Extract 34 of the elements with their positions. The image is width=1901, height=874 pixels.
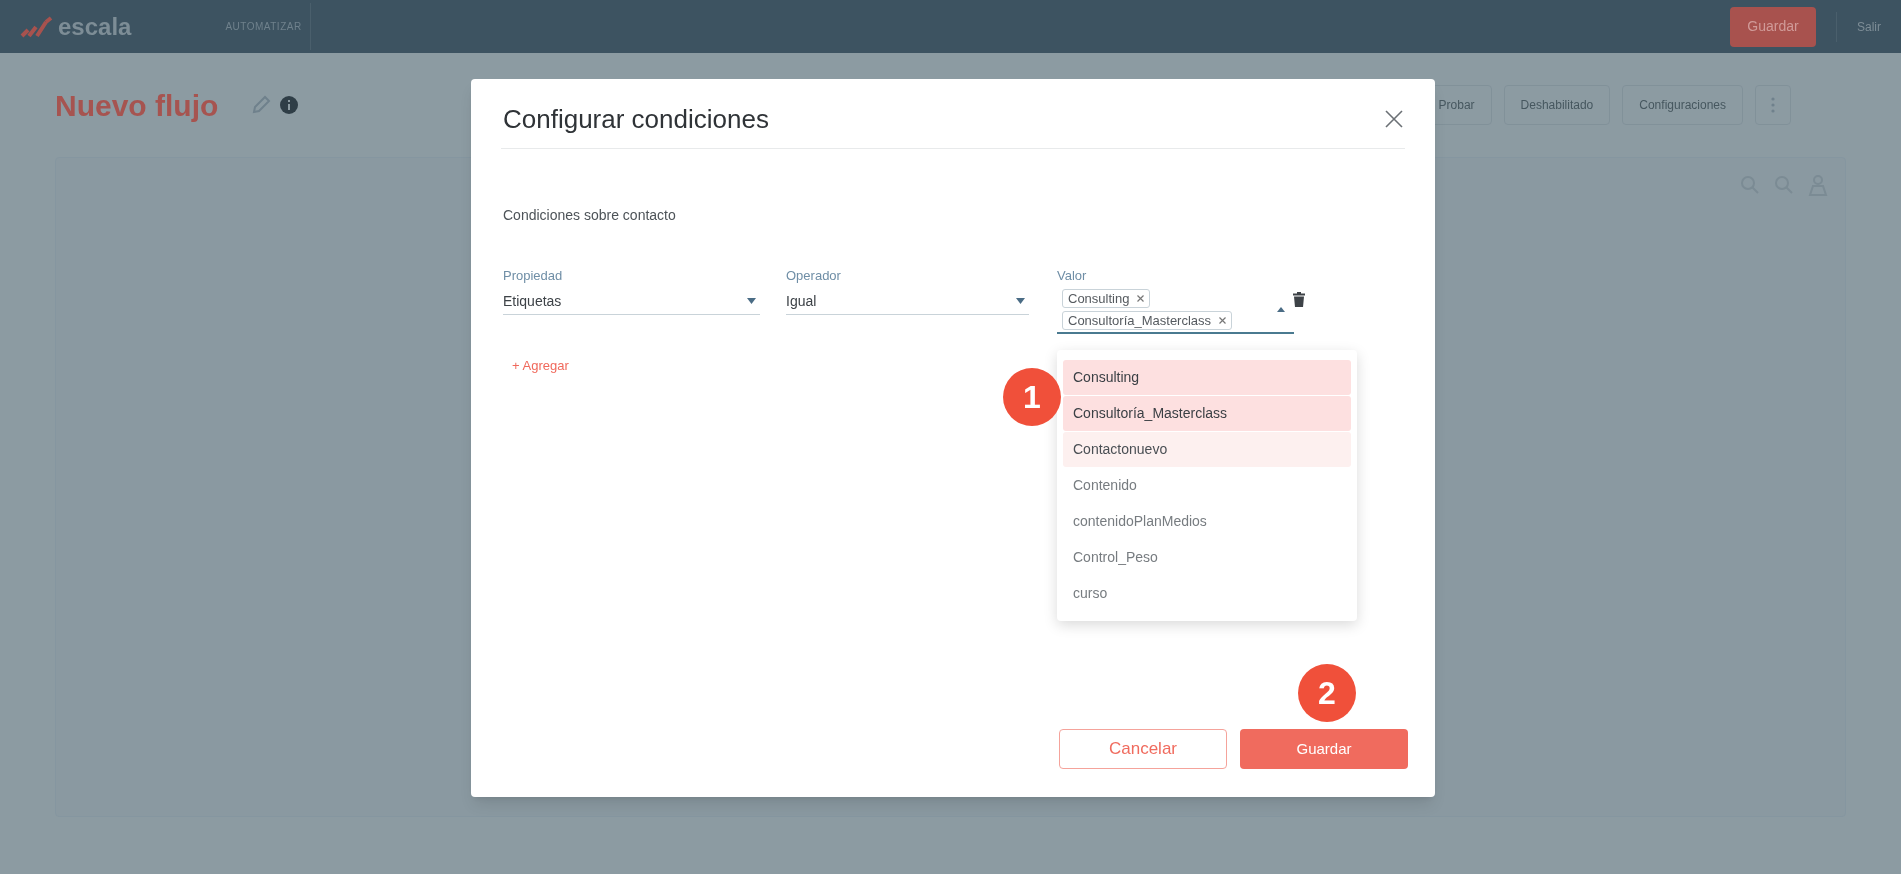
toolbar-button[interactable]: Configuraciones <box>1622 85 1743 125</box>
dropdown-option[interactable]: Contactonuevo <box>1063 432 1351 467</box>
logo-bars-icon <box>20 15 54 38</box>
tag-input-field[interactable]: Consulting Consultoría_Masterclass <box>1057 288 1294 334</box>
page-title: Nuevo flujo <box>55 87 219 124</box>
dropdown-option[interactable]: Consulting <box>1063 360 1351 395</box>
field-label: Propiedad <box>503 267 564 285</box>
add-condition-link[interactable]: + Agregar <box>512 355 569 375</box>
close-button[interactable] <box>1383 108 1405 130</box>
logo-text: escala <box>58 11 132 42</box>
save-button[interactable]: Guardar <box>1730 6 1816 47</box>
field-label: Operador <box>786 267 842 285</box>
close-icon <box>1385 110 1403 128</box>
toolbar-button[interactable]: Deshabilitado <box>1503 85 1611 125</box>
select-value: Igual <box>786 291 817 311</box>
select-field[interactable]: Etiquetas <box>503 288 760 315</box>
cancel-button[interactable]: Cancelar <box>1059 729 1227 769</box>
info-icon[interactable] <box>280 96 299 114</box>
tag-text: Consultoría_Masterclass <box>1068 311 1212 329</box>
caret-down-icon <box>747 298 756 304</box>
caret-up-icon[interactable] <box>1277 306 1285 312</box>
remove-icon[interactable] <box>1137 294 1145 302</box>
section-heading: Condiciones sobre contacto <box>503 206 677 225</box>
remove-icon[interactable] <box>1219 316 1227 324</box>
caret-down-icon <box>1016 298 1025 304</box>
select-value: Etiquetas <box>503 291 562 311</box>
save-button[interactable]: Guardar <box>1240 729 1408 769</box>
select-field[interactable]: Igual <box>786 288 1029 315</box>
field-label: Valor <box>1057 267 1088 285</box>
modal-title: Configurar condiciones <box>502 102 769 136</box>
exit-link[interactable]: Salir <box>1857 17 1881 36</box>
dropdown-option[interactable]: Consultoría_Masterclass <box>1063 396 1351 431</box>
tag-text: Consulting <box>1068 289 1130 307</box>
trash-icon[interactable] <box>1293 291 1305 307</box>
